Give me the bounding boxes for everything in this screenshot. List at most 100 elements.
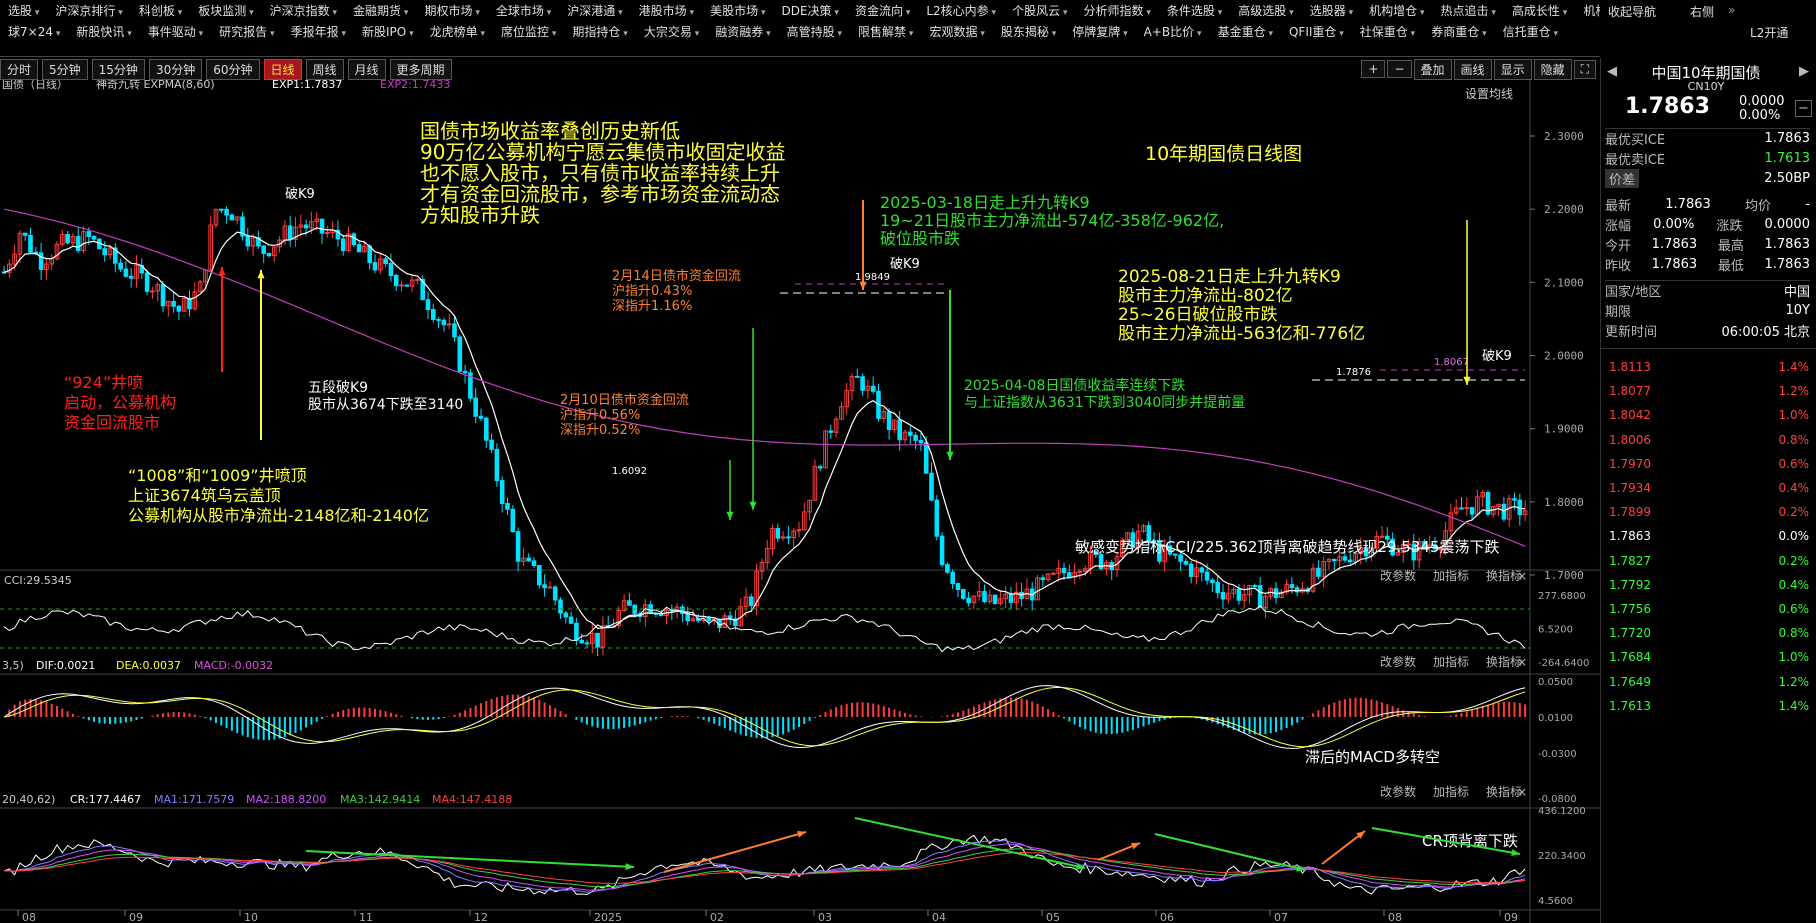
collapse-nav-button[interactable]: 收起导航 bbox=[1608, 3, 1656, 20]
nav-item[interactable]: 美股市场 bbox=[702, 2, 773, 19]
nav-item[interactable]: 宏观数据 bbox=[921, 23, 992, 40]
ladder-price: 1.8006 bbox=[1609, 432, 1651, 447]
nav-item[interactable]: 沪深京指数 bbox=[262, 2, 345, 19]
candle-body bbox=[1183, 560, 1189, 565]
nav-item[interactable]: 停牌复牌 bbox=[1064, 23, 1135, 40]
candle-body bbox=[939, 535, 945, 566]
quote-row: 昨收 1.7863 最低 1.7863 bbox=[1605, 254, 1810, 274]
nav-item[interactable]: 期指持仓 bbox=[564, 23, 635, 40]
ladder-pct: 0.2% bbox=[1778, 553, 1810, 568]
chart-tool-button[interactable]: 隐藏 bbox=[1533, 58, 1572, 80]
l2-open-button[interactable]: L2开通 bbox=[1750, 24, 1788, 41]
chart-tool-button[interactable]: ⛶ bbox=[1573, 59, 1596, 79]
candle-body bbox=[150, 290, 155, 293]
period-tab[interactable]: 15分钟 bbox=[91, 58, 145, 80]
nav-item[interactable]: 金融期货 bbox=[345, 2, 416, 19]
nav-item[interactable]: 沪深京排行 bbox=[47, 2, 130, 19]
pane-button[interactable]: 改参数 bbox=[1380, 568, 1416, 583]
candle-body bbox=[526, 557, 532, 562]
nav-item[interactable]: 条件选股 bbox=[1159, 2, 1230, 19]
nav-item[interactable]: 机构增仓 bbox=[1361, 2, 1432, 19]
period-tab[interactable]: 30分钟 bbox=[148, 58, 203, 80]
nav-item[interactable]: 港股市场 bbox=[631, 2, 702, 19]
period-tab[interactable]: 周线 bbox=[305, 58, 344, 80]
pane-button[interactable]: × bbox=[1517, 569, 1527, 583]
ladder-level: 1.7649 1.2% bbox=[1609, 672, 1809, 692]
nav-item[interactable]: 社保重仓 bbox=[1352, 23, 1423, 40]
y-tick-label: 1.8000 bbox=[1544, 496, 1584, 509]
nav-item[interactable]: 高成长性 bbox=[1504, 2, 1575, 19]
candle-body bbox=[574, 622, 579, 641]
pane-button[interactable]: 加指标 bbox=[1433, 784, 1469, 799]
nav-item[interactable]: 席位监控 bbox=[493, 23, 564, 40]
chart-tool-button[interactable]: 叠加 bbox=[1413, 58, 1452, 80]
period-tab[interactable]: 更多周期 bbox=[389, 58, 452, 80]
nav-item[interactable]: 沪深港通 bbox=[559, 2, 630, 19]
nav-item[interactable]: 事件驱动 bbox=[140, 23, 211, 40]
chevrons-right-icon[interactable]: » bbox=[1728, 3, 1735, 17]
second-nav-bar: 球7×24新股快讯事件驱动研究报告季报年报新股IPO龙虎榜单席位监控期指持仓大宗… bbox=[0, 21, 1600, 42]
right-side-button[interactable]: 右侧 bbox=[1690, 3, 1714, 20]
pane-button[interactable]: × bbox=[1517, 785, 1527, 799]
ma-settings-button[interactable]: 设置均线 bbox=[1465, 87, 1513, 101]
chart-tool-button[interactable]: + bbox=[1361, 60, 1386, 78]
chart-tool-button[interactable]: 显示 bbox=[1493, 58, 1532, 80]
nav-item[interactable]: 机构推荐 bbox=[1575, 2, 1600, 19]
nav-item[interactable]: 高级选股 bbox=[1230, 2, 1301, 19]
minus-icon[interactable]: − bbox=[1795, 100, 1812, 117]
chart-tool-button[interactable]: − bbox=[1387, 60, 1412, 78]
nav-item[interactable]: 板块监测 bbox=[190, 2, 261, 19]
arrowhead bbox=[625, 863, 634, 871]
pane-button[interactable]: 改参数 bbox=[1380, 784, 1416, 799]
period-tab[interactable]: 5分钟 bbox=[42, 58, 88, 80]
period-tab[interactable]: 日线 bbox=[263, 58, 302, 80]
pane-button[interactable]: 改参数 bbox=[1380, 654, 1416, 669]
nav-item[interactable]: 高管持股 bbox=[779, 23, 850, 40]
nav-item[interactable]: 研究报告 bbox=[211, 23, 282, 40]
nav-item[interactable]: 新股IPO bbox=[354, 23, 422, 40]
kline-chart[interactable]: 2.3000 2.2000 2.1000 2.0000 1.9000 1.8000 1.70… bbox=[0, 80, 1600, 923]
pane-button[interactable]: 加指标 bbox=[1433, 654, 1469, 669]
nav-item[interactable]: 期权市场 bbox=[416, 2, 487, 19]
nav-item[interactable]: 龙虎榜单 bbox=[422, 23, 493, 40]
candle-body bbox=[950, 571, 956, 585]
chart-tools: + − 叠加 画线 显示 隐藏 ⛶ bbox=[1359, 58, 1596, 80]
nav-item[interactable]: 热点追击 bbox=[1433, 2, 1504, 19]
nav-item[interactable]: 季报年报 bbox=[283, 23, 354, 40]
nav-item[interactable]: 基金重仓 bbox=[1210, 23, 1281, 40]
nav-item[interactable]: 新股快讯 bbox=[68, 23, 139, 40]
candle-body bbox=[404, 284, 410, 287]
candle-body bbox=[547, 586, 553, 589]
nav-item[interactable]: 大宗交易 bbox=[636, 23, 707, 40]
candle-body bbox=[452, 323, 457, 338]
nav-item[interactable]: DDE决策 bbox=[773, 2, 846, 19]
chart-tool-button[interactable]: 画线 bbox=[1453, 58, 1492, 80]
cr-tick-label: 436.1200 bbox=[1538, 806, 1586, 817]
candle-body bbox=[886, 411, 892, 431]
nav-item[interactable]: 科创板 bbox=[131, 2, 190, 19]
pane-button[interactable]: × bbox=[1517, 655, 1527, 669]
nav-item[interactable]: 全球市场 bbox=[488, 2, 559, 19]
nav-item[interactable]: L2核心内参 bbox=[918, 2, 1004, 19]
period-tab[interactable]: 月线 bbox=[347, 58, 386, 80]
macd-tick-label: 0.0500 bbox=[1538, 677, 1573, 688]
nav-item[interactable]: 融资融券 bbox=[707, 23, 778, 40]
period-tab[interactable]: 60分钟 bbox=[206, 58, 260, 80]
nav-item[interactable]: 分析师指数 bbox=[1075, 2, 1158, 19]
nav-item[interactable]: 信托重仓 bbox=[1495, 23, 1566, 40]
nav-item[interactable]: 资金流向 bbox=[847, 2, 918, 19]
candle-body bbox=[457, 336, 463, 372]
nav-item[interactable]: QFII重仓 bbox=[1281, 23, 1352, 40]
period-tab[interactable]: 分时 bbox=[0, 58, 39, 80]
nav-item[interactable]: 股东揭秘 bbox=[993, 23, 1064, 40]
nav-item[interactable]: 券商重仓 bbox=[1423, 23, 1494, 40]
quote-panel: ◀ ▶ 中国10年期国债 CN10Y 1.7863 0.0000 0.00% −… bbox=[1600, 58, 1816, 923]
nav-item[interactable]: 限售解禁 bbox=[850, 23, 921, 40]
nav-item[interactable]: 个股风云 bbox=[1004, 2, 1075, 19]
nav-item[interactable]: 球7×24 bbox=[0, 23, 68, 40]
nav-item[interactable]: 选股器 bbox=[1302, 2, 1361, 19]
candle-body bbox=[393, 275, 399, 287]
nav-item[interactable]: A+B比价 bbox=[1136, 23, 1210, 40]
pane-button[interactable]: 加指标 bbox=[1433, 568, 1469, 583]
nav-item[interactable]: 选股 bbox=[0, 2, 47, 19]
